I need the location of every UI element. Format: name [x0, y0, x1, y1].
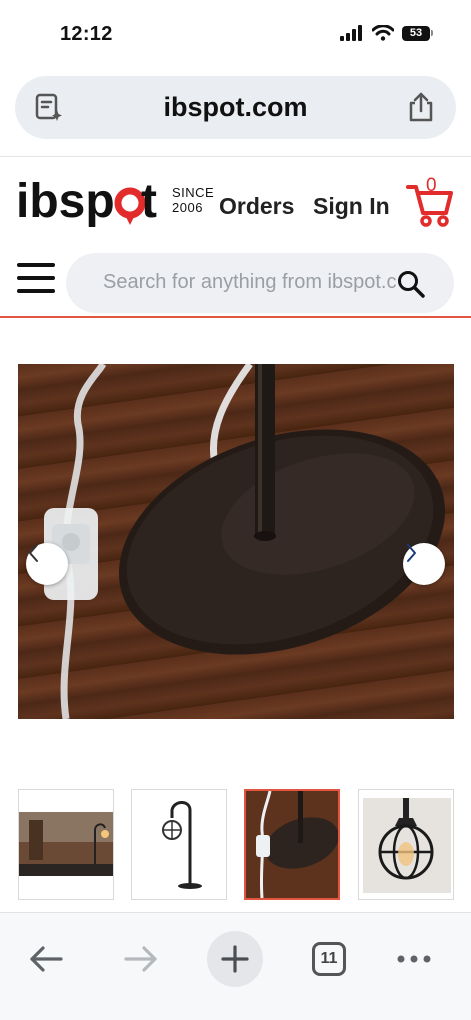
battery-level: 53: [402, 25, 430, 41]
tab-switcher-button[interactable]: 11: [301, 931, 357, 987]
site-logo[interactable]: ibsp t SINCE 2006: [16, 175, 214, 231]
orders-link[interactable]: Orders: [219, 193, 294, 220]
next-image-button[interactable]: [403, 543, 445, 585]
battery-icon: 53: [402, 25, 433, 41]
status-icons: 53: [340, 25, 433, 41]
back-arrow-icon: [30, 946, 63, 972]
browser-toolbar: 11: [0, 912, 471, 1020]
share-icon[interactable]: [406, 91, 436, 123]
logo-since: SINCE 2006: [172, 185, 214, 215]
lamp-base-photo: [44, 364, 446, 719]
cart-count: 0: [426, 175, 437, 196]
sign-in-link[interactable]: Sign In: [313, 193, 390, 220]
chevron-right-icon: [407, 544, 416, 562]
wifi-icon: [372, 25, 394, 41]
more-dots-icon: [397, 955, 431, 963]
status-bar: 12:12 53: [0, 0, 471, 66]
site-header: ibsp t SINCE 2006 Orders Sign In 0 Searc…: [0, 157, 471, 317]
url-text[interactable]: ibspot.com: [15, 92, 456, 123]
logo-since-line2: 2006: [172, 200, 203, 215]
thumbnail-image-1[interactable]: [18, 789, 114, 900]
forward-button[interactable]: [113, 931, 169, 987]
header-accent-line: [0, 316, 471, 318]
more-menu-button[interactable]: [386, 931, 442, 987]
svg-text:t: t: [141, 175, 157, 228]
product-main-image[interactable]: [18, 364, 454, 719]
forward-arrow-icon: [124, 946, 157, 972]
search-placeholder: Search for anything from ibspot.c: [103, 271, 397, 293]
hamburger-menu-icon[interactable]: [17, 263, 55, 297]
back-button[interactable]: [18, 931, 74, 987]
cart-button[interactable]: 0: [406, 175, 454, 227]
plus-icon: [221, 945, 249, 973]
logo-since-line1: SINCE: [172, 185, 215, 200]
status-time: 12:12: [60, 23, 113, 45]
new-tab-button[interactable]: [207, 931, 263, 987]
search-input[interactable]: Search for anything from ibspot.c: [66, 253, 454, 313]
thumbnail-strip: [18, 789, 454, 901]
thumbnail-image-4[interactable]: [358, 789, 454, 900]
logo-text-part: ibsp: [16, 175, 115, 228]
signal-icon: [340, 25, 362, 41]
logo-wordmark: ibsp t: [16, 175, 157, 228]
chevron-left-icon: [29, 544, 38, 562]
tab-count: 11: [312, 942, 346, 976]
address-bar[interactable]: ibspot.com: [15, 76, 456, 139]
previous-image-button[interactable]: [26, 543, 68, 585]
thumbnail-image-3-selected[interactable]: [244, 789, 340, 900]
search-icon[interactable]: [396, 269, 426, 299]
thumbnail-image-2[interactable]: [131, 789, 227, 900]
